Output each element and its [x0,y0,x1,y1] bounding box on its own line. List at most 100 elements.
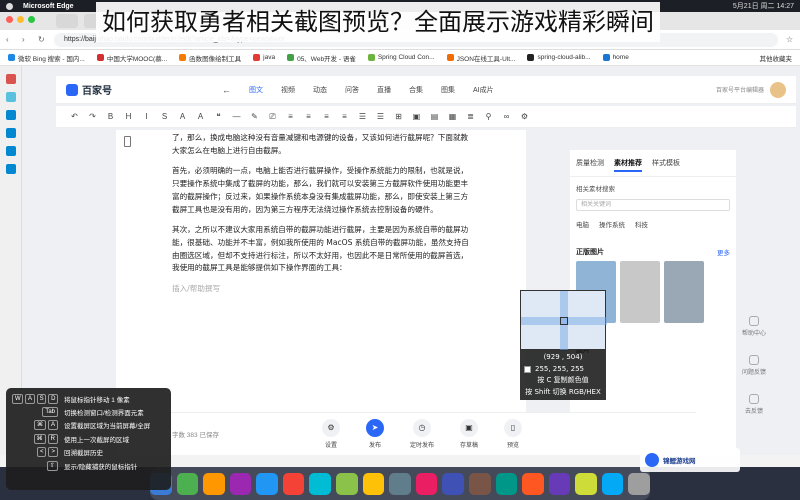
bookmark-item[interactable]: home [602,54,629,61]
toolbar-button[interactable]: ≣ [466,112,475,121]
menu-item[interactable]: AI成片 [473,85,494,95]
toolbar-button[interactable]: ⊞ [394,112,403,121]
toolbar-button[interactable]: ≡ [340,112,349,121]
panel-tab[interactable]: 质量检测 [576,158,604,172]
menu-item[interactable]: 合集 [409,85,423,95]
site-logo[interactable]: 百家号 [66,82,112,97]
toolbar-button[interactable]: ☰ [358,112,367,121]
bookmark-item[interactable]: JSON在线工具-Ult... [446,53,515,63]
menu-item[interactable]: 图文 [249,85,263,95]
dock-app-icon[interactable] [229,472,252,495]
sidebar-app-icon[interactable] [5,74,16,84]
avatar[interactable] [770,81,786,98]
keyword-tag[interactable]: 科技 [635,219,648,229]
dock-app-icon[interactable] [176,472,199,495]
bookmark-item[interactable]: Spring Cloud Con... [367,54,435,61]
toolbar-button[interactable]: ⚲ [484,112,493,121]
menu-item[interactable]: 问答 [345,85,359,95]
bookmark-item[interactable]: java [253,54,275,61]
more-link[interactable]: 更多 [717,247,730,257]
dock-app-icon[interactable] [495,472,518,495]
close-window-button[interactable] [6,16,13,23]
back-icon[interactable]: ‹ [6,35,14,44]
menu-item[interactable]: 直播 [377,85,391,95]
toolbar-button[interactable]: ↷ [88,112,97,121]
star-icon[interactable]: ☆ [786,35,794,44]
toolbar-button[interactable]: ▣ [412,112,421,121]
keyword-tag[interactable]: 电脑 [576,219,589,229]
editor-paragraph[interactable]: 其次，之所以不建议大家用系统自带的截屏功能进行截屏，主要是因为系统自带的截屏功能… [172,224,474,275]
panel-tab[interactable]: 素材推荐 [614,158,642,172]
toolbar-button[interactable]: S [160,112,169,121]
dock-app-icon[interactable] [336,472,358,495]
floating-button[interactable]: 去反馈 [745,394,763,415]
sidebar-app-icon[interactable] [5,164,16,174]
floating-button[interactable]: 问题反馈 [742,355,766,376]
panel-tab[interactable]: 样式模板 [652,158,680,172]
toolbar-button[interactable]: ▦ [448,112,457,121]
keyword-tag[interactable]: 操作系统 [599,219,625,229]
sidebar-app-icon[interactable] [5,128,16,138]
toolbar-button[interactable]: A [178,112,187,121]
image-thumb[interactable] [664,261,704,323]
publish-action-button[interactable]: ▯ 预览 [504,419,523,449]
toolbar-button[interactable]: ▤ [430,112,439,121]
dock-app-icon[interactable] [628,472,650,495]
apple-icon[interactable] [6,2,13,10]
editor-placeholder[interactable]: 插入/帮助撰写 [172,283,474,296]
publish-action-button[interactable]: ◷ 定时发布 [410,419,434,449]
back-arrow-icon[interactable]: ← [222,85,231,95]
dock-app-icon[interactable] [362,472,385,495]
toolbar-button[interactable]: ≡ [322,112,331,121]
bookmark-item[interactable]: 函数图像绘制工具 [179,53,241,63]
dock-app-icon[interactable] [256,472,278,495]
toolbar-button[interactable]: ∞ [502,112,511,121]
menubar-clock[interactable]: 5月21日 周二 14:27 [733,1,794,11]
toolbar-button[interactable]: ⎚ [268,112,277,122]
toolbar-button[interactable]: I [142,112,151,121]
active-app-name[interactable]: Microsoft Edge [23,3,74,10]
dock-app-icon[interactable] [522,472,544,495]
toolbar-button[interactable]: ☰ [376,112,385,121]
dock-app-icon[interactable] [468,472,491,495]
editor-paragraph[interactable]: 首先，必须明确的一点，电脑上能否进行截屏操作，受操作系统能力的限制，也就是说，只… [172,165,474,216]
editor-paragraph[interactable]: 了，那么，换成电脑这种没有音量减键和电源键的设备，又该如何进行截屏呢？下面就教大… [172,132,474,157]
toolbar-button[interactable]: ❝ [214,112,223,121]
toolbar-button[interactable]: B [106,112,115,121]
dock-app-icon[interactable] [389,472,411,495]
toolbar-button[interactable]: ✎ [250,112,259,121]
article-editor[interactable]: 了，那么，换成电脑这种没有音量减键和电源键的设备，又该如何进行截屏呢？下面就教大… [116,130,526,455]
menu-item[interactable]: 图集 [441,85,455,95]
bookmark-item[interactable]: 05、Web开发 - 语雀 [287,53,356,63]
sidebar-app-icon[interactable] [5,92,16,102]
bookmark-item[interactable]: 微软 Bing 搜索 - 国内... [8,53,85,63]
dock-app-icon[interactable] [282,472,305,495]
floating-button[interactable]: 帮助中心 [742,316,766,337]
dock-app-icon[interactable] [601,472,624,495]
publish-action-button[interactable]: ➤ 发布 [366,419,384,449]
bookmark-item[interactable]: 中国大学MOOC(慕... [96,53,167,63]
sidebar-app-icon[interactable] [5,146,16,156]
bookmark-item[interactable]: spring-cloud-alib... [527,54,591,61]
toolbar-button[interactable]: H [124,112,133,121]
dock-app-icon[interactable] [548,472,571,495]
menu-item[interactable]: 动态 [313,85,327,95]
browser-tab[interactable] [56,14,78,28]
image-thumb[interactable] [620,261,660,323]
dock-app-icon[interactable] [309,472,332,495]
forward-icon[interactable]: › [22,35,30,44]
minimize-window-button[interactable] [17,16,24,23]
toolbar-button[interactable]: — [232,112,241,121]
zoom-window-button[interactable] [28,16,35,23]
publish-action-button[interactable]: ⚙ 设置 [322,419,340,449]
sidebar-app-icon[interactable] [5,110,16,120]
toolbar-button[interactable]: ≡ [304,112,313,121]
reload-icon[interactable]: ↻ [38,35,46,44]
mobile-preview-icon[interactable] [124,136,131,147]
toolbar-button[interactable]: ⚙ [520,112,529,121]
toolbar-button[interactable]: ≡ [286,112,295,121]
related-search-input[interactable]: 相关关键词 [576,199,730,211]
toolbar-button[interactable]: A [196,112,205,121]
dock-app-icon[interactable] [415,472,438,495]
dock-app-icon[interactable] [203,472,225,495]
